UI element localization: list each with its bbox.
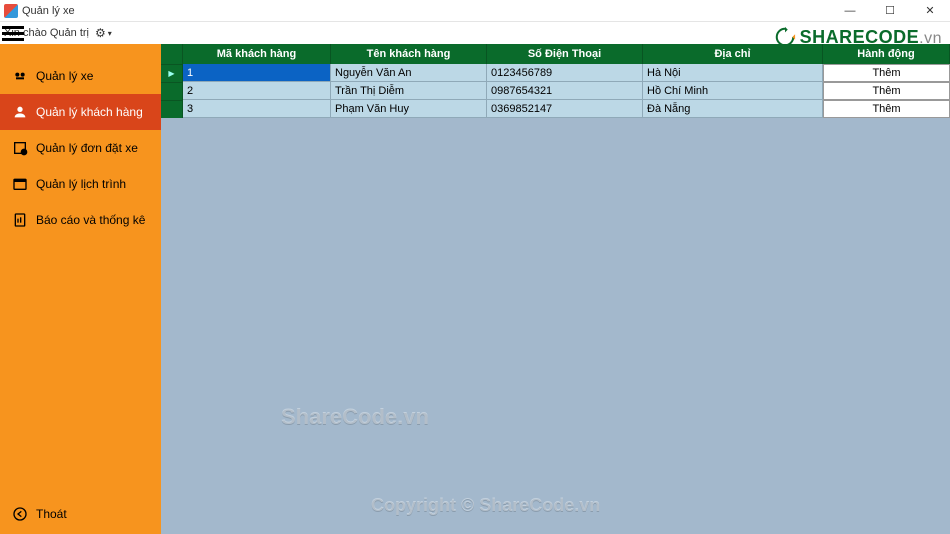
row-header[interactable]	[161, 100, 183, 118]
order-icon	[12, 140, 28, 156]
sidebar-item-vehicles[interactable]: Quản lý xe	[0, 58, 161, 94]
sidebar-item-label: Quản lý lịch trình	[36, 177, 126, 191]
sidebar-item-orders[interactable]: Quản lý đơn đặt xe	[0, 130, 161, 166]
table-row[interactable]: 1 Nguyễn Văn An 0123456789 Hà Nội Thêm	[161, 64, 950, 82]
sidebar-item-schedule[interactable]: Quản lý lịch trình	[0, 166, 161, 202]
maximize-button[interactable]: ☐	[870, 0, 910, 22]
window-controls: — ☐ ✕	[830, 0, 950, 22]
grid-col-name[interactable]: Tên khách hàng	[331, 44, 487, 64]
watermark-copyright: Copyright © ShareCode.vn	[371, 495, 600, 516]
cell-id[interactable]: 1	[183, 64, 331, 82]
sidebar-item-customers[interactable]: Quản lý khách hàng	[0, 94, 161, 130]
grid-col-id[interactable]: Mã khách hàng	[183, 44, 331, 64]
cell-address[interactable]: Hồ Chí Minh	[643, 82, 823, 100]
report-icon	[12, 212, 28, 228]
app-icon	[4, 4, 18, 18]
content-area: Mã khách hàng Tên khách hàng Số Điện Tho…	[161, 44, 950, 534]
cell-name[interactable]: Phạm Văn Huy	[331, 100, 487, 118]
watermark-brand: ShareCode.vn	[281, 404, 429, 430]
topstrip: Xin chào Quản trị ⚙ ▾ SHARECODE.vn	[0, 22, 950, 44]
calendar-icon	[12, 176, 28, 192]
row-header[interactable]	[161, 64, 183, 82]
minimize-button[interactable]: —	[830, 0, 870, 22]
cell-id[interactable]: 2	[183, 82, 331, 100]
chevron-down-icon: ▾	[108, 29, 112, 38]
sidebar-item-label: Quản lý đơn đặt xe	[36, 141, 138, 155]
customers-grid: Mã khách hàng Tên khách hàng Số Điện Tho…	[161, 44, 950, 118]
cell-phone[interactable]: 0369852147	[487, 100, 643, 118]
grid-header: Mã khách hàng Tên khách hàng Số Điện Tho…	[161, 44, 950, 64]
grid-corner	[161, 44, 183, 64]
settings-dropdown[interactable]: ⚙ ▾	[95, 26, 112, 40]
sidebar-item-exit[interactable]: Thoát	[0, 494, 161, 534]
gear-icon: ⚙	[95, 26, 106, 40]
cell-address[interactable]: Hà Nội	[643, 64, 823, 82]
row-header[interactable]	[161, 82, 183, 100]
grid-col-address[interactable]: Địa chỉ	[643, 44, 823, 64]
car-icon	[12, 68, 28, 84]
grid-col-action[interactable]: Hành động	[823, 44, 950, 64]
cell-phone[interactable]: 0123456789	[487, 64, 643, 82]
grid-col-phone[interactable]: Số Điện Thoại	[487, 44, 643, 64]
titlebar: Quản lý xe — ☐ ✕	[0, 0, 950, 22]
cell-name[interactable]: Nguyễn Văn An	[331, 64, 487, 82]
add-button[interactable]: Thêm	[823, 64, 950, 82]
sidebar-item-reports[interactable]: Báo cáo và thống kê	[0, 202, 161, 238]
cell-phone[interactable]: 0987654321	[487, 82, 643, 100]
sidebar-item-label: Thoát	[36, 507, 67, 521]
sidebar-item-label: Quản lý xe	[36, 69, 93, 83]
sidebar: Quản lý xe Quản lý khách hàng Quản lý đơ…	[0, 44, 161, 534]
close-button[interactable]: ✕	[910, 0, 950, 22]
sidebar-item-label: Báo cáo và thống kê	[36, 213, 145, 227]
main-layout: Quản lý xe Quản lý khách hàng Quản lý đơ…	[0, 44, 950, 534]
hamburger-menu[interactable]	[2, 26, 24, 42]
exit-icon	[12, 506, 28, 522]
cell-address[interactable]: Đà Nẵng	[643, 100, 823, 118]
cell-name[interactable]: Trần Thị Diễm	[331, 82, 487, 100]
window-title: Quản lý xe	[22, 5, 75, 17]
table-row[interactable]: 3 Phạm Văn Huy 0369852147 Đà Nẵng Thêm	[161, 100, 950, 118]
sidebar-item-label: Quản lý khách hàng	[36, 105, 143, 119]
table-row[interactable]: 2 Trần Thị Diễm 0987654321 Hồ Chí Minh T…	[161, 82, 950, 100]
add-button[interactable]: Thêm	[823, 82, 950, 100]
cell-id[interactable]: 3	[183, 100, 331, 118]
add-button[interactable]: Thêm	[823, 100, 950, 118]
users-icon	[12, 104, 28, 120]
